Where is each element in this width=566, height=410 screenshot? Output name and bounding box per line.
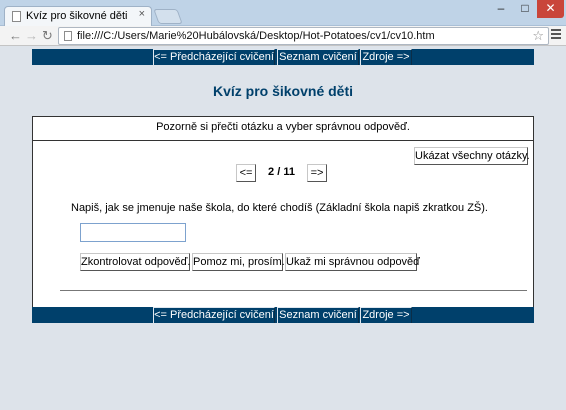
browser-menu-icon[interactable] — [551, 29, 561, 41]
divider — [60, 290, 527, 291]
browser-tab[interactable]: Kvíz pro šikovné děti × — [4, 6, 152, 26]
instruction-row: Pozorně si přečti otázku a vyber správno… — [33, 117, 533, 141]
sources-link[interactable]: Zdroje => — [360, 49, 412, 65]
close-window-button[interactable]: ✕ — [537, 0, 564, 18]
address-bar[interactable]: file:///C:/Users/Marie%20Hubálovská/Desk… — [58, 27, 549, 45]
page-favicon-icon — [12, 11, 21, 22]
prev-exercise-link[interactable]: <= Předcházející cvičení — [153, 307, 275, 323]
next-question-button[interactable]: => — [307, 164, 327, 182]
maximize-button[interactable]: □ — [513, 0, 537, 18]
tab-close-icon[interactable]: × — [139, 8, 145, 20]
browser-titlebar: Kvíz pro šikovné děti × – □ ✕ — [0, 0, 566, 26]
exercise-list-link[interactable]: Seznam cvičení — [277, 49, 359, 65]
file-icon — [64, 31, 72, 41]
minimize-button[interactable]: – — [489, 0, 513, 18]
show-all-questions-button[interactable]: Ukázat všechny otázky. — [414, 147, 530, 165]
tab-title: Kvíz pro šikovné děti — [26, 10, 128, 22]
check-answer-button[interactable]: Zkontrolovat odpověď. — [80, 253, 191, 271]
answer-input[interactable] — [80, 223, 186, 242]
prev-question-button[interactable]: <= — [236, 164, 256, 182]
browser-toolbar: ← → ↻ file:///C:/Users/Marie%20Hubálovsk… — [0, 26, 566, 46]
back-icon[interactable]: ← — [9, 28, 22, 44]
sources-link[interactable]: Zdroje => — [360, 307, 412, 323]
quiz-title: Kvíz pro šikovné děti — [212, 83, 354, 99]
reload-icon[interactable]: ↻ — [42, 28, 53, 44]
hint-button[interactable]: Pomoz mi, prosím. — [192, 253, 285, 271]
question-counter: 2 / 11 — [268, 166, 295, 178]
url-text[interactable]: file:///C:/Users/Marie%20Hubálovská/Desk… — [77, 30, 435, 42]
quiz-panel: Pozorně si přečti otázku a vyber správno… — [32, 116, 534, 308]
instruction-text: Pozorně si přečti otázku a vyber správno… — [156, 121, 410, 133]
question-text: Napiš, jak se jmenuje naše škola, do kte… — [71, 202, 488, 214]
bottom-navbar: <= Předcházející cvičení Seznam cvičení … — [32, 307, 534, 323]
new-tab-button[interactable] — [153, 9, 183, 24]
show-answer-button[interactable]: Ukaž mi správnou odpověď — [285, 253, 420, 271]
prev-exercise-link[interactable]: <= Předcházející cvičení — [153, 49, 275, 65]
forward-icon[interactable]: → — [25, 28, 38, 44]
exercise-list-link[interactable]: Seznam cvičení — [277, 307, 359, 323]
top-navbar: <= Předcházející cvičení Seznam cvičení … — [32, 49, 534, 65]
bookmark-star-icon[interactable]: ☆ — [532, 28, 544, 44]
